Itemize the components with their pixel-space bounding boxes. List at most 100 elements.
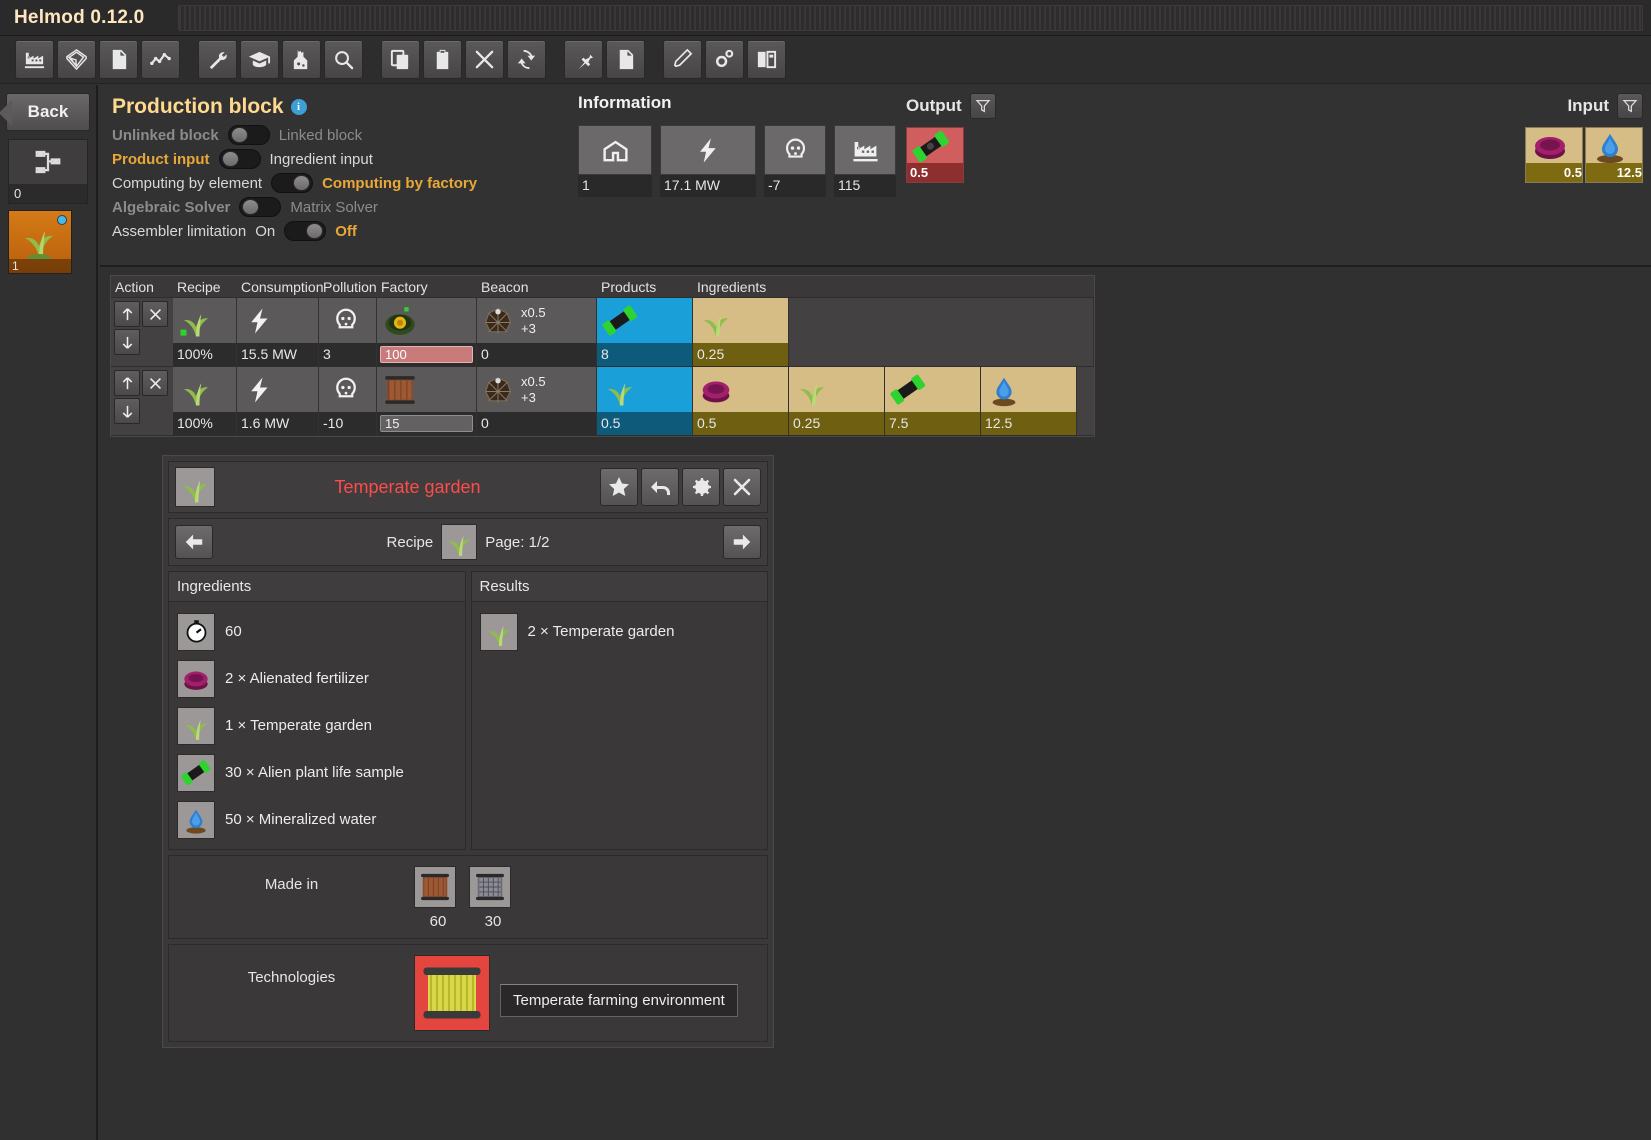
list-item[interactable]: 2 × Alienated fertilizer <box>177 655 457 702</box>
list-item[interactable]: 30 × Alien plant life sample <box>177 749 457 796</box>
refresh-icon[interactable] <box>507 40 546 79</box>
row-ingredient-slot[interactable]: 0.25 <box>693 298 789 366</box>
row-beacon-mult: x0.5 <box>521 304 546 320</box>
paste-icon[interactable] <box>423 40 462 79</box>
made-in-item[interactable]: 60 <box>414 866 462 930</box>
row-ingredient-slot[interactable]: 7.5 <box>885 367 981 435</box>
info-icon[interactable]: i <box>290 99 307 115</box>
move-up-button[interactable] <box>114 370 140 396</box>
properties-icon[interactable] <box>198 40 237 79</box>
search-icon[interactable] <box>324 40 363 79</box>
close-icon <box>733 478 751 496</box>
info-cell-value: 115 <box>834 175 896 197</box>
back-button[interactable] <box>641 468 679 506</box>
toolbar-group-views <box>6 40 189 79</box>
option-left-label: Computing by element <box>112 174 263 192</box>
remove-row-button[interactable] <box>142 301 168 327</box>
row-beacon-cell[interactable]: x0.5 +3 0 <box>477 298 597 366</box>
pager-page-label: Page: 1/2 <box>485 533 550 551</box>
favorite-button[interactable] <box>600 468 638 506</box>
move-up-button[interactable] <box>114 301 140 327</box>
input-slot[interactable]: 0.5 <box>1525 127 1583 183</box>
note-icon[interactable] <box>606 40 645 79</box>
row-ingredient-slot[interactable]: 0.25 <box>789 367 885 435</box>
factory-count-bar[interactable]: 15 <box>380 415 473 432</box>
option-right-label: Computing by factory <box>322 174 478 192</box>
pollution-icon <box>336 308 356 328</box>
input-filter-button[interactable] <box>1617 93 1643 119</box>
rail-node-value: 0 <box>9 184 87 203</box>
energy-icon[interactable] <box>282 40 321 79</box>
remove-row-button[interactable] <box>142 370 168 396</box>
toggle-linked-block[interactable] <box>227 125 270 145</box>
output-slot[interactable]: 0.5 <box>906 127 964 183</box>
information-section: Information 1 17.1 MW -7 115 <box>578 93 896 197</box>
list-item[interactable]: 50 × Mineralized water <box>177 796 457 843</box>
water-icon <box>992 377 1016 406</box>
close-icon[interactable] <box>465 40 504 79</box>
fertilizer-icon <box>177 659 215 698</box>
pin-icon[interactable] <box>564 40 603 79</box>
row-beacon-cell[interactable]: x0.5 +3 0 <box>477 367 597 435</box>
pager-recipe-icon[interactable] <box>441 524 478 560</box>
production-icon[interactable] <box>15 40 54 79</box>
toggle-assembler-limitation[interactable] <box>284 221 327 241</box>
row-factory-value-wrap: 100 <box>377 343 476 366</box>
row-recipe-cell[interactable]: 100% <box>173 298 237 366</box>
row-product-slot[interactable]: 0.5 <box>597 367 693 435</box>
list-item[interactable]: 1 × Temperate garden <box>177 702 457 749</box>
move-down-button[interactable] <box>114 398 140 424</box>
toggle-computing-mode[interactable] <box>271 173 314 193</box>
prev-page-button[interactable] <box>175 525 213 559</box>
preferences-icon[interactable] <box>747 40 786 79</box>
next-page-button[interactable] <box>723 525 761 559</box>
info-cell-power: 17.1 MW <box>660 125 756 197</box>
summary-icon[interactable] <box>99 40 138 79</box>
made-in-item[interactable]: 30 <box>469 866 517 930</box>
toggle-product-input[interactable] <box>218 149 261 169</box>
copy-icon[interactable] <box>381 40 420 79</box>
window-drag-handle[interactable] <box>178 4 1643 31</box>
move-down-button[interactable] <box>114 329 140 355</box>
row-factory-cell[interactable]: 15 <box>377 367 477 435</box>
resources-icon[interactable] <box>57 40 96 79</box>
toolbar-group-tools <box>189 40 372 79</box>
list-item[interactable]: 2 × Temperate garden <box>479 608 760 655</box>
rail-block-label: 1 <box>9 259 71 273</box>
info-cell-value: -7 <box>764 175 826 197</box>
temperate-garden-icon <box>25 231 53 260</box>
ingredients-header: Ingredients <box>168 571 466 602</box>
node-tree-icon <box>9 140 87 184</box>
education-icon[interactable] <box>240 40 279 79</box>
row-ingredient-slot[interactable]: 12.5 <box>981 367 1077 435</box>
row-pollution-cell: 3 <box>319 298 377 366</box>
alien-sample-icon <box>177 753 215 792</box>
statistics-icon[interactable] <box>141 40 180 79</box>
list-item-label: 60 <box>225 623 242 640</box>
ingredients-column: Ingredients 60 2 × Alienated fertilizer … <box>168 571 466 850</box>
output-filter-button[interactable] <box>969 93 996 119</box>
row-ingredient-slot[interactable]: 0.5 <box>693 367 789 435</box>
results-column: Results 2 × Temperate garden <box>470 571 768 850</box>
row-recipe-cell[interactable]: 100% <box>173 367 237 435</box>
made-in-section: Made in 60 30 <box>168 855 768 939</box>
factory-count-bar[interactable]: 100 <box>380 346 473 363</box>
production-block-header: Production block i Unlinked block Linked… <box>100 85 1651 267</box>
info-cell-pollution: -7 <box>764 125 826 197</box>
row-factory-cell[interactable]: 100 <box>377 298 477 366</box>
rail-root-node[interactable]: 0 <box>8 139 88 204</box>
list-item[interactable]: 60 <box>177 608 457 655</box>
back-button[interactable]: Back <box>0 93 90 131</box>
close-button[interactable] <box>723 468 761 506</box>
input-slot[interactable]: 12.5 <box>1585 127 1643 183</box>
row-product-slot[interactable]: 8 <box>597 298 693 366</box>
table-header-row: Action Recipe Consumption Pollution Fact… <box>111 276 1094 298</box>
tech-farming-icon[interactable] <box>414 955 490 1031</box>
gears-icon[interactable] <box>705 40 744 79</box>
toggle-solver[interactable] <box>239 197 282 217</box>
settings-button[interactable] <box>682 468 720 506</box>
pencil-icon[interactable] <box>663 40 702 79</box>
option-left-label: Assembler limitation <box>112 222 247 240</box>
rail-block-item[interactable]: 1 <box>8 210 72 274</box>
row-factory-value: 15 <box>385 416 400 431</box>
